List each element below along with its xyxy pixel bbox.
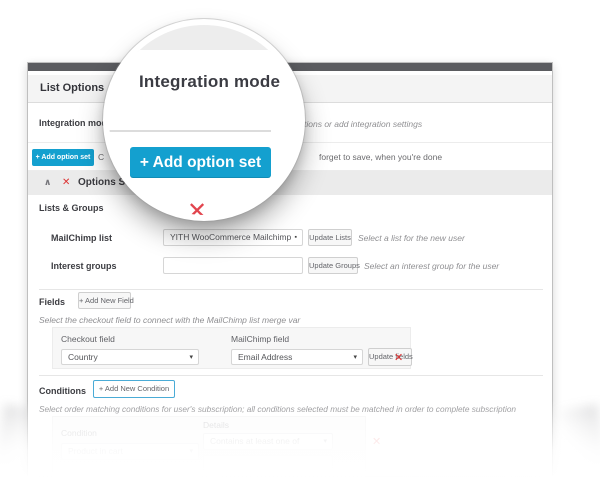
delete-option-set-icon[interactable]: ✕ [62,177,70,188]
lists-groups-label: Lists & Groups [39,203,104,213]
integration-mode-label: Integration mode [39,118,112,128]
fields-hint: Select the checkout field to connect wit… [39,315,300,325]
update-lists-button[interactable]: Update Lists [308,229,352,246]
interest-groups-hint: Select an interest group for the user [364,261,499,271]
screenshot-stage: List Options Integration mode tions or a… [0,0,600,493]
mailchimp-list-hint: Select a list for the new user [358,233,465,243]
dropdown-icon: ▾ [189,350,193,365]
save-note-fragment-left: C [98,152,104,162]
interest-groups-label: Interest groups [51,261,117,271]
magnified-delete-x-icon: ✕ [187,197,207,215]
magnified-row-divider [109,130,271,132]
chevron-up-icon[interactable]: ∧ [44,177,51,188]
mailchimp-field-label: MailChimp field [231,334,289,344]
add-new-field-button[interactable]: + Add New Field [78,292,131,309]
bottom-fade [0,400,600,493]
dropdown-icon: ▾ [353,350,357,365]
conditions-label: Conditions [39,386,86,396]
mailchimp-list-value: YITH WooCommerce Mailchimp [170,232,291,242]
mailchimp-field-select[interactable]: Email Address ▾ [231,349,363,365]
field-mapping-row: Checkout field MailChimp field Country ▾… [52,327,411,369]
delete-field-icon[interactable]: ✕ [394,351,403,364]
checkout-field-select[interactable]: Country ▾ [61,349,199,365]
page-title: List Options [40,82,104,94]
update-groups-button[interactable]: Update Groups [308,257,358,274]
checkout-field-label: Checkout field [61,334,115,344]
save-note-fragment-right: forget to save, when you're done [319,152,442,162]
mailchimp-list-label: MailChimp list [51,233,112,243]
interest-groups-input[interactable] [163,257,303,274]
fields-divider [39,289,543,290]
magnified-integration-mode-title: Integration mode [139,72,280,92]
conditions-divider [39,375,543,376]
dropdown-icon: ▪ [295,230,297,245]
update-fields-button[interactable]: Update fields [368,348,412,366]
fields-label: Fields [39,297,65,307]
checkout-field-value: Country [68,352,98,362]
integration-mode-hint: tions or add integration settings [304,119,422,129]
options-set-header[interactable]: ∧ ✕ Options Set [28,171,552,195]
add-new-condition-button[interactable]: + Add New Condition [93,380,175,398]
magnified-add-option-set-button[interactable]: + Add option set [130,147,271,178]
magnifier-content: Integration mode + Add option set ✕ [109,25,299,215]
magnified-header-band [109,25,299,52]
mailchimp-field-value: Email Address [238,352,292,362]
mailchimp-list-select[interactable]: YITH WooCommerce Mailchimp ▪ [163,229,303,246]
add-option-set-button[interactable]: + Add option set [32,149,94,166]
magnifier-lens: Integration mode + Add option set ✕ [103,19,305,221]
